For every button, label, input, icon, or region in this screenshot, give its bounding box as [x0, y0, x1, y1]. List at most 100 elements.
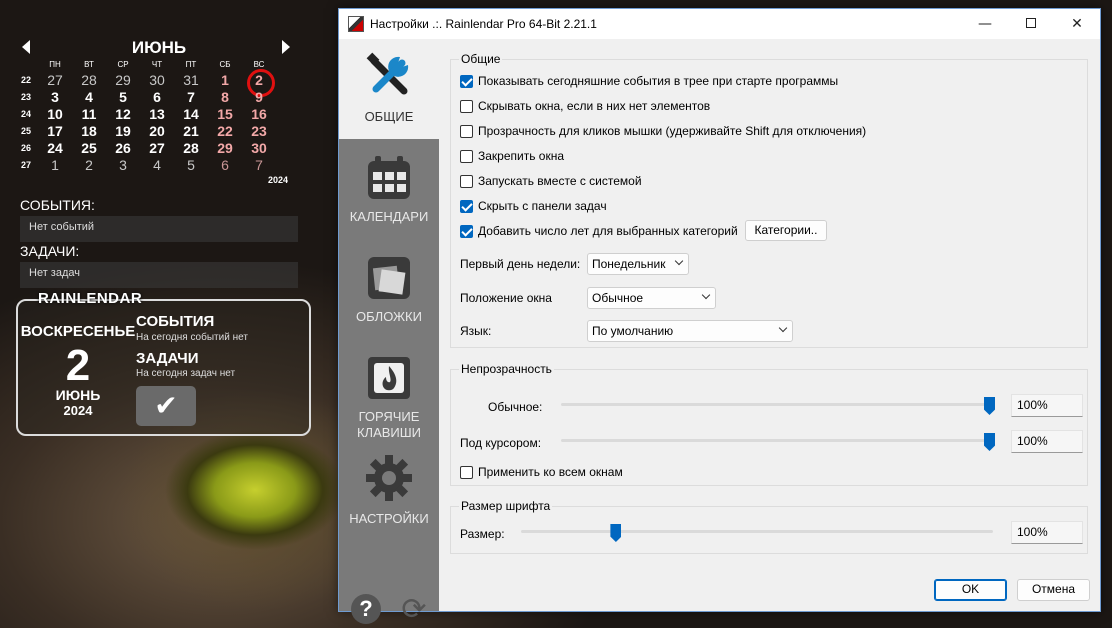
calendar-day[interactable]: 4 [72, 89, 106, 106]
apply-all-windows-checkbox[interactable]: Применить ко всем окнам [460, 464, 623, 480]
font-size-slider[interactable] [521, 524, 993, 542]
checkbox-label: Добавить число лет для выбранных категор… [478, 224, 738, 238]
calendar-day[interactable]: 13 [140, 106, 174, 123]
calendar-day[interactable]: 24 [38, 140, 72, 157]
first-day-select[interactable]: Понедельник [587, 253, 689, 275]
sidebar-item-skins[interactable]: ОБЛОЖКИ [339, 239, 439, 339]
help-icon[interactable]: ? [351, 594, 381, 624]
calendar-day[interactable]: 28 [72, 72, 106, 89]
checkbox-label: Применить ко всем окнам [478, 465, 623, 479]
calendar-day[interactable]: 19 [106, 123, 140, 140]
chevron-down-icon [674, 256, 684, 266]
calendar-day[interactable]: 1 [38, 157, 72, 174]
calendar-day[interactable]: 30 [242, 140, 276, 157]
calendar-day[interactable]: 14 [174, 106, 208, 123]
events-panel: СОБЫТИЯ: Нет событий [20, 197, 298, 242]
add-years-checkbox[interactable]: Добавить число лет для выбранных категор… [460, 223, 738, 239]
slider-thumb[interactable] [984, 433, 995, 451]
calendar-day[interactable]: 17 [38, 123, 72, 140]
calendar-day[interactable]: 10 [38, 106, 72, 123]
calendar-day[interactable]: 23 [242, 123, 276, 140]
slider-thumb[interactable] [610, 524, 622, 542]
sidebar-item-calendars[interactable]: КАЛЕНДАРИ [339, 139, 439, 239]
calendar-day[interactable]: 22 [208, 123, 242, 140]
calendar-day[interactable]: 16 [242, 106, 276, 123]
calendar-day[interactable]: 4 [140, 157, 174, 174]
desktop-calendar: ИЮНЬ ПН ВТ СР ЧТ ПТ СБ ВС 22 27 28 29 30 31 1 2 23 3 4 5 6 7… [14, 36, 304, 185]
calendar-day[interactable]: 6 [208, 157, 242, 174]
maximize-button[interactable] [1008, 9, 1054, 39]
app-icon [348, 16, 364, 32]
sidebar-item-settings[interactable]: НАСТРОЙКИ [339, 453, 439, 553]
sidebar-label-calendars: КАЛЕНДАРИ [349, 209, 429, 224]
language-select[interactable]: По умолчанию [587, 320, 793, 342]
minimize-button[interactable]: — [962, 9, 1008, 39]
calendar-day[interactable]: 7 [174, 89, 208, 106]
close-button[interactable]: ✕ [1054, 9, 1100, 39]
calendar-day[interactable]: 5 [106, 89, 140, 106]
calendar-day[interactable]: 12 [106, 106, 140, 123]
opacity-hover-slider[interactable] [561, 433, 995, 451]
click-through-checkbox[interactable]: Прозрачность для кликов мышки (удерживай… [460, 123, 866, 139]
calendar-day[interactable]: 31 [174, 72, 208, 89]
sidebar-item-general[interactable]: ОБЩИЕ [339, 39, 439, 139]
calendar-day[interactable]: 28 [174, 140, 208, 157]
window-position-select[interactable]: Обычное [587, 287, 716, 309]
categories-button[interactable]: Категории.. [745, 220, 827, 241]
sidebar-item-hotkeys[interactable]: ГОРЯЧИЕ КЛАВИШИ [339, 339, 439, 440]
calendar-day[interactable]: 3 [106, 157, 140, 174]
show-today-events-checkbox[interactable]: Показывать сегодняшние события в трее пр… [460, 73, 838, 89]
cancel-button[interactable]: Отмена [1017, 579, 1090, 601]
calendar-day-today[interactable]: 2 [242, 69, 276, 97]
today-weekday: ВОСКРЕСЕНЬЕ [20, 323, 136, 340]
run-at-startup-checkbox[interactable]: Запускать вместе с системой [460, 173, 642, 189]
slider-track [521, 530, 993, 533]
ok-button[interactable]: OK [934, 579, 1007, 601]
calendar-day[interactable]: 3 [38, 89, 72, 106]
opacity-hover-value[interactable]: 100% [1011, 430, 1083, 453]
calendar-day[interactable]: 1 [208, 72, 242, 89]
calendar-day[interactable]: 21 [174, 123, 208, 140]
slider-track [561, 439, 989, 442]
pin-windows-checkbox[interactable]: Закрепить окна [460, 148, 564, 164]
calendar-day[interactable]: 5 [174, 157, 208, 174]
calendar-day[interactable]: 27 [140, 140, 174, 157]
font-size-value[interactable]: 100% [1011, 521, 1083, 544]
calendar-day[interactable]: 11 [72, 106, 106, 123]
calendar-day[interactable]: 9 [242, 89, 276, 106]
calendar-day[interactable]: 8 [208, 89, 242, 106]
calendar-day[interactable]: 25 [72, 140, 106, 157]
font-size-group-title: Размер шрифта [459, 499, 553, 513]
update-icon[interactable]: ⟳ [397, 594, 431, 626]
weekday-header: ВТ [84, 60, 94, 69]
opacity-normal-slider[interactable] [561, 397, 995, 415]
today-year: 2024 [63, 403, 93, 418]
calendar-day[interactable]: 26 [106, 140, 140, 157]
hide-from-taskbar-checkbox[interactable]: Скрыть с панели задач [460, 198, 607, 214]
today-box-title: RAINLENDAR [38, 290, 143, 307]
calendar-icon [368, 156, 410, 199]
calendar-day[interactable]: 15 [208, 106, 242, 123]
calendar-day[interactable]: 7 [242, 157, 276, 174]
calendar-day[interactable]: 6 [140, 89, 174, 106]
checkmark-icon[interactable]: ✔ [136, 386, 196, 426]
today-events-text: На сегодня событий нет [136, 332, 248, 343]
weekday-header: ЧТ [151, 60, 163, 69]
title-bar[interactable]: Настройки .:. Rainlendar Pro 64-Bit 2.21… [339, 9, 1100, 39]
calendar-day[interactable]: 2 [72, 157, 106, 174]
window-title: Настройки .:. Rainlendar Pro 64-Bit 2.21… [370, 17, 597, 31]
slider-thumb[interactable] [984, 397, 995, 415]
sidebar-label-hotkeys-1: ГОРЯЧИЕ [358, 409, 420, 424]
calendar-day[interactable]: 27 [38, 72, 72, 89]
calendar-day[interactable]: 29 [106, 72, 140, 89]
opacity-normal-value[interactable]: 100% [1011, 394, 1083, 417]
weekday-header: СБ [219, 60, 231, 69]
calendar-day[interactable]: 20 [140, 123, 174, 140]
tools-icon [366, 52, 409, 95]
calendar-day[interactable]: 30 [140, 72, 174, 89]
calendar-day[interactable]: 18 [72, 123, 106, 140]
hide-empty-windows-checkbox[interactable]: Скрывать окна, если в них нет элементов [460, 98, 710, 114]
general-group-title: Общие [459, 52, 503, 66]
next-month-arrow-icon[interactable] [282, 40, 290, 54]
calendar-day[interactable]: 29 [208, 140, 242, 157]
